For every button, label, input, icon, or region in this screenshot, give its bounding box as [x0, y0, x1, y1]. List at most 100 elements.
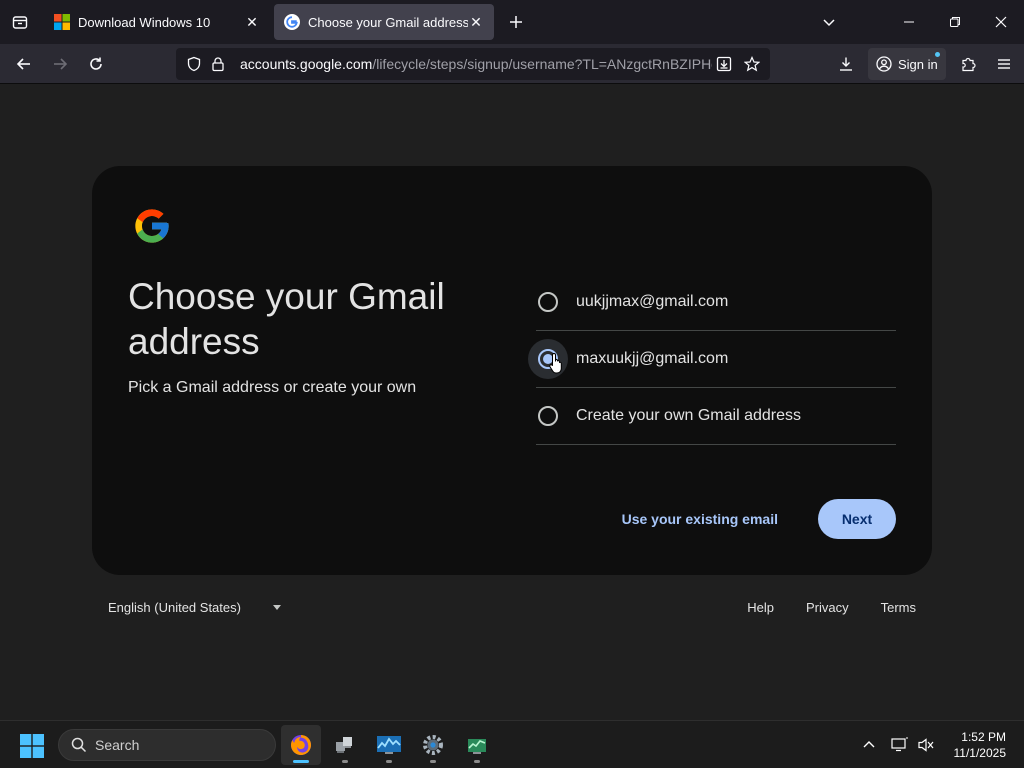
google-g-icon: [284, 14, 300, 30]
tab-list-button[interactable]: [0, 0, 40, 44]
reload-icon: [90, 57, 102, 70]
reload-button[interactable]: [80, 48, 112, 80]
taskbar-firefox[interactable]: [281, 725, 321, 765]
clock-time: 1:52 PM: [961, 730, 1006, 744]
firefox-icon: [291, 735, 311, 755]
footer-links: Help Privacy Terms: [715, 600, 916, 615]
page-title: Choose your Gmail address: [128, 276, 445, 362]
option-suggested-address-1[interactable]: uukjjmax@gmail.com: [536, 274, 896, 331]
hand-cursor-icon: [549, 352, 562, 374]
minimize-icon: [904, 21, 914, 23]
option-label: maxuukjj@gmail.com: [576, 350, 729, 367]
downloads-button[interactable]: [830, 48, 862, 80]
active-indicator: [293, 760, 309, 763]
puzzle-icon: [962, 57, 976, 72]
download-tray-icon: [716, 56, 732, 72]
save-to-pocket-button[interactable]: [712, 52, 736, 76]
taskbar-search-box[interactable]: Search: [58, 729, 276, 761]
taskbar-app-sysmon[interactable]: [457, 725, 497, 765]
network-display-icon: [891, 737, 908, 752]
gear-icon: [423, 735, 443, 755]
extensions-button[interactable]: [952, 48, 984, 80]
restore-icon: [950, 17, 960, 27]
tab-close-icon[interactable]: ✕: [244, 14, 260, 30]
search-icon: [71, 737, 87, 753]
tab-list-icon: [12, 16, 28, 29]
clock-date: 11/1/2025: [953, 746, 1007, 760]
running-indicator: [430, 760, 436, 763]
arrow-left-icon: [16, 57, 30, 70]
app-menu-button[interactable]: [988, 48, 1020, 80]
radio-button[interactable]: [538, 292, 558, 312]
account-icon: [876, 56, 892, 72]
tab-download-windows[interactable]: Download Windows 10 ✕: [44, 4, 270, 40]
next-button[interactable]: Next: [818, 499, 896, 539]
taskbar-app-network[interactable]: [325, 725, 365, 765]
use-existing-email-button[interactable]: Use your existing email: [598, 499, 802, 539]
option-suggested-address-2[interactable]: maxuukjj@gmail.com: [528, 331, 896, 388]
url-path: /lifecycle/steps/signup/username?TL=ANzg…: [372, 56, 712, 72]
url-host: accounts.google.com: [240, 56, 373, 72]
list-all-tabs-button[interactable]: [806, 0, 852, 44]
page-subtitle: Pick a Gmail address or create your own: [128, 379, 417, 396]
windows-logo-icon: [54, 14, 70, 30]
lock-icon: [212, 57, 224, 72]
radio-button[interactable]: [538, 406, 558, 426]
minimize-button[interactable]: [886, 0, 932, 44]
notification-dot: [934, 52, 940, 57]
gmail-address-options: uukjjmax@gmail.com maxuukjj@gmail.com Cr…: [528, 274, 896, 445]
card-actions: Use your existing email Next: [598, 499, 896, 539]
close-window-button[interactable]: [978, 0, 1024, 44]
sign-in-label: Sign in: [898, 56, 938, 72]
site-info-button[interactable]: [206, 52, 230, 76]
sign-in-button[interactable]: Sign in: [868, 48, 946, 80]
running-indicator: [386, 760, 392, 763]
help-link[interactable]: Help: [747, 600, 774, 615]
show-hidden-icons-button[interactable]: [856, 721, 882, 768]
browser-nav-bar: accounts.google.com/lifecycle/steps/sign…: [0, 44, 1024, 84]
option-label: Create your own Gmail address: [576, 407, 801, 424]
network-status-button[interactable]: [888, 721, 912, 768]
hamburger-menu-icon: [997, 59, 1010, 69]
bookmark-button[interactable]: [740, 52, 764, 76]
running-indicator: [342, 760, 348, 763]
google-logo-icon: [135, 209, 169, 243]
windows-taskbar: Search 1:52 PM 11/1/2025: [0, 720, 1024, 768]
page-footer: English (United States) Help Privacy Ter…: [92, 596, 932, 620]
system-monitor-icon: [468, 739, 486, 754]
tracking-protection-button[interactable]: [182, 52, 206, 76]
forward-button[interactable]: [44, 48, 76, 80]
search-label: Search: [95, 737, 140, 753]
star-icon: [744, 56, 760, 72]
back-button[interactable]: [8, 48, 40, 80]
chevron-down-icon: [823, 19, 835, 27]
windows-start-icon[interactable]: [20, 734, 44, 758]
resource-monitor-icon: [377, 736, 401, 754]
network-computers-icon: [336, 737, 352, 753]
caret-down-icon: [272, 605, 281, 610]
tab-choose-gmail[interactable]: Choose your Gmail address Pick ✕: [274, 4, 494, 40]
speaker-muted-icon: [918, 738, 934, 752]
tab-title: Choose your Gmail address Pick: [308, 14, 468, 30]
url-bar[interactable]: accounts.google.com/lifecycle/steps/sign…: [176, 48, 770, 80]
taskbar-clock[interactable]: 1:52 PM 11/1/2025: [954, 729, 1007, 761]
plus-icon: [510, 16, 522, 28]
url-text: accounts.google.com/lifecycle/steps/sign…: [240, 56, 712, 72]
language-selector[interactable]: English (United States): [108, 600, 281, 615]
restore-button[interactable]: [932, 0, 978, 44]
language-label: English (United States): [108, 600, 241, 615]
arrow-right-icon: [54, 57, 68, 70]
terms-link[interactable]: Terms: [881, 600, 916, 615]
download-icon: [840, 57, 852, 71]
close-icon: [995, 16, 1007, 28]
option-create-own-address[interactable]: Create your own Gmail address: [536, 388, 896, 445]
chevron-up-icon: [863, 741, 875, 748]
browser-tab-strip: Download Windows 10 ✕ Choose your Gmail …: [0, 0, 1024, 44]
tab-close-icon[interactable]: ✕: [468, 14, 484, 30]
taskbar-app-monitor[interactable]: [369, 725, 409, 765]
signup-card: Choose your Gmail address Pick a Gmail a…: [92, 166, 932, 575]
volume-status-button[interactable]: [914, 721, 938, 768]
privacy-link[interactable]: Privacy: [806, 600, 849, 615]
taskbar-app-settings[interactable]: [413, 725, 453, 765]
new-tab-button[interactable]: [498, 4, 534, 40]
